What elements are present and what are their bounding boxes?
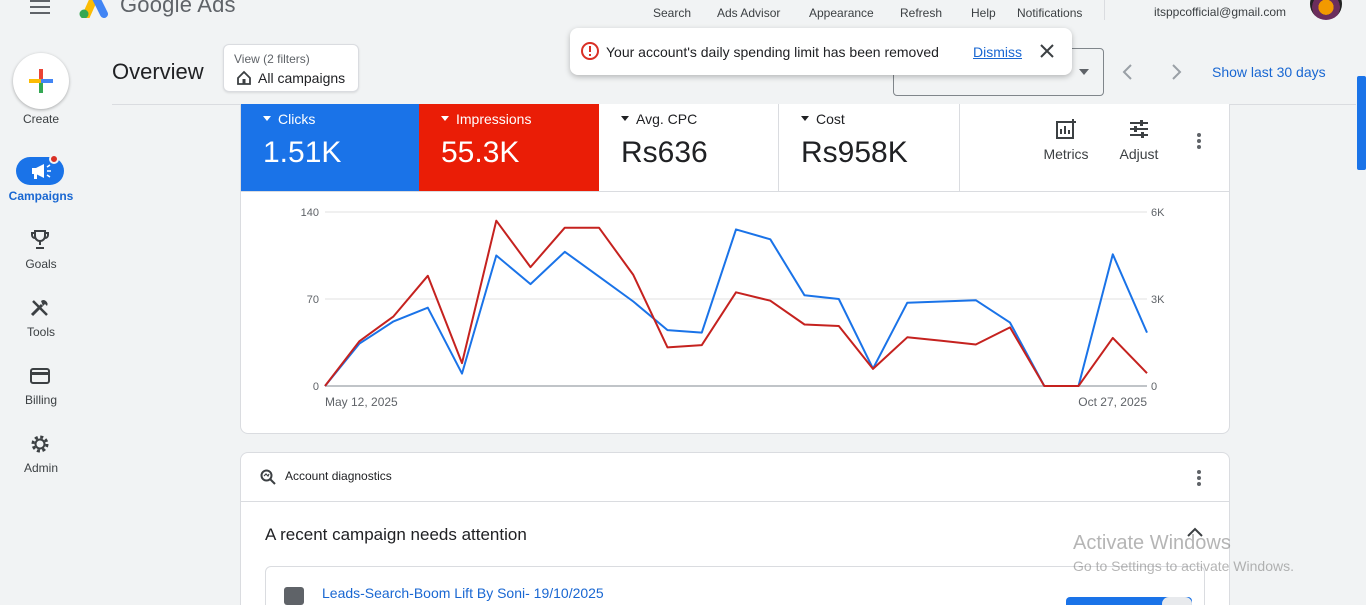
plus-icon bbox=[29, 69, 53, 93]
account-email[interactable]: itsppcofficial@gmail.com bbox=[1154, 5, 1286, 19]
right-tick-max: 6K bbox=[1151, 207, 1165, 219]
nav-ads-advisor[interactable]: Ads Advisor bbox=[717, 6, 780, 20]
x-start-label: May 12, 2025 bbox=[325, 395, 398, 409]
rail-create-label: Create bbox=[22, 112, 60, 126]
metrics-button[interactable]: Metrics bbox=[1034, 118, 1098, 162]
x-end-label: Oct 27, 2025 bbox=[1078, 395, 1147, 409]
diagnostics-divider bbox=[241, 501, 1229, 502]
dropdown-caret-icon bbox=[621, 115, 629, 121]
tune-icon bbox=[1130, 120, 1148, 138]
alert-icon bbox=[581, 42, 599, 60]
diagnostics-search-icon bbox=[260, 469, 276, 485]
performance-card: Clicks 1.51K Impressions 55.3K Avg. CPC … bbox=[240, 104, 1230, 434]
adjust-button[interactable]: Adjust bbox=[1107, 118, 1171, 162]
dropdown-caret-icon bbox=[801, 115, 809, 121]
metric-clicks[interactable]: Clicks 1.51K bbox=[241, 104, 419, 191]
left-tick-min: 0 bbox=[313, 381, 319, 393]
campaign-attention-row: Leads-Search-Boom Lift By Soni- 19/10/20… bbox=[265, 566, 1205, 605]
avatar[interactable] bbox=[1310, 0, 1342, 20]
notification-toast: Your account's daily spending limit has … bbox=[570, 28, 1072, 75]
right-tick-mid: 3K bbox=[1151, 294, 1165, 306]
nav-help[interactable]: Help bbox=[971, 6, 996, 20]
metric-impressions-value: 55.3K bbox=[441, 136, 520, 169]
metric-cpc-label: Avg. CPC bbox=[636, 111, 698, 127]
metric-impressions[interactable]: Impressions 55.3K bbox=[419, 104, 599, 191]
view-value: All campaigns bbox=[258, 70, 346, 86]
view-filter-chip[interactable]: View (2 filters) All campaigns bbox=[223, 44, 359, 92]
metric-clicks-value: 1.51K bbox=[263, 136, 342, 169]
series-line-clicks bbox=[324, 228, 1148, 387]
diagnostics-title: A recent campaign needs attention bbox=[265, 525, 527, 544]
dismiss-link[interactable]: Dismiss bbox=[973, 44, 1022, 60]
metrics-button-label: Metrics bbox=[1043, 146, 1089, 162]
top-bar: Google Ads Search Ads Advisor Appearance… bbox=[0, 0, 1366, 28]
adjust-button-label: Adjust bbox=[1119, 146, 1159, 162]
metric-cost[interactable]: Cost Rs958K bbox=[779, 104, 960, 191]
metric-cost-label: Cost bbox=[816, 111, 845, 127]
right-tick-min: 0 bbox=[1151, 381, 1157, 393]
diagnostics-header: Account diagnostics bbox=[285, 469, 392, 483]
metric-cost-value: Rs958K bbox=[801, 136, 908, 169]
left-tick-mid: 70 bbox=[307, 294, 319, 306]
rail-goals-label[interactable]: Goals bbox=[0, 257, 82, 271]
rail-admin-label[interactable]: Admin bbox=[0, 461, 82, 475]
campaign-name-link[interactable]: Leads-Search-Boom Lift By Soni- 19/10/20… bbox=[322, 585, 604, 601]
brand-name: Google Ads bbox=[120, 0, 236, 17]
nav-appearance[interactable]: Appearance bbox=[809, 6, 874, 20]
metric-clicks-label: Clicks bbox=[278, 111, 316, 127]
nav-notifications[interactable]: Notifications bbox=[1017, 6, 1082, 20]
diagnostics-more-icon[interactable] bbox=[1189, 468, 1209, 488]
rail-billing-label[interactable]: Billing bbox=[0, 393, 82, 407]
campaign-toggle[interactable] bbox=[1066, 597, 1192, 605]
toast-message: Your account's daily spending limit has … bbox=[606, 44, 939, 60]
close-icon[interactable] bbox=[1038, 42, 1056, 60]
nav-refresh[interactable]: Refresh bbox=[900, 6, 942, 20]
nav-search[interactable]: Search bbox=[653, 6, 691, 20]
left-tick-max: 140 bbox=[301, 207, 319, 219]
chevron-down-icon bbox=[1079, 69, 1089, 75]
chart-series bbox=[324, 219, 1148, 387]
trophy-icon[interactable] bbox=[27, 227, 53, 253]
show-last-30-days-link[interactable]: Show last 30 days bbox=[1212, 64, 1326, 80]
top-divider bbox=[1104, 0, 1105, 20]
activate-windows-subtitle: Go to Settings to activate Windows. bbox=[1073, 558, 1294, 574]
metric-impressions-label: Impressions bbox=[456, 111, 532, 127]
gear-icon[interactable] bbox=[27, 431, 53, 457]
series-line-impressions bbox=[324, 219, 1148, 387]
dropdown-caret-icon bbox=[441, 115, 449, 121]
chevron-right-icon[interactable] bbox=[1168, 62, 1184, 82]
view-filters-label: View (2 filters) bbox=[234, 52, 310, 66]
more-vert-icon[interactable] bbox=[1189, 131, 1209, 151]
chevron-left-icon[interactable] bbox=[1120, 62, 1136, 82]
home-icon bbox=[237, 70, 251, 85]
scrollbar-thumb[interactable] bbox=[1357, 76, 1366, 170]
tools-icon[interactable] bbox=[27, 295, 53, 321]
rail-campaigns-label[interactable]: Campaigns bbox=[0, 189, 82, 203]
create-button[interactable] bbox=[13, 53, 69, 109]
rail-tools-label[interactable]: Tools bbox=[0, 325, 82, 339]
credit-card-icon[interactable] bbox=[27, 363, 53, 389]
metric-avg-cpc[interactable]: Avg. CPC Rs636 bbox=[599, 104, 779, 191]
search-campaign-icon bbox=[284, 587, 304, 605]
activate-windows-title: Activate Windows bbox=[1073, 532, 1231, 554]
metric-cpc-value: Rs636 bbox=[621, 136, 708, 169]
left-rail: Create Campaigns Goals Tools Billing Adm… bbox=[0, 28, 82, 605]
page-title: Overview bbox=[112, 59, 204, 84]
notification-dot bbox=[49, 154, 59, 164]
chart-grid bbox=[325, 211, 1147, 387]
add-chart-icon bbox=[1056, 119, 1076, 139]
dropdown-caret-icon bbox=[263, 115, 271, 121]
account-diagnostics-card: Account diagnostics A recent campaign ne… bbox=[240, 452, 1230, 605]
menu-icon[interactable] bbox=[30, 0, 50, 14]
performance-chart: 140 70 0 6K 3K 0 May 12, 2025 Oct 27, 20… bbox=[301, 207, 1165, 409]
google-ads-logo bbox=[79, 0, 108, 18]
